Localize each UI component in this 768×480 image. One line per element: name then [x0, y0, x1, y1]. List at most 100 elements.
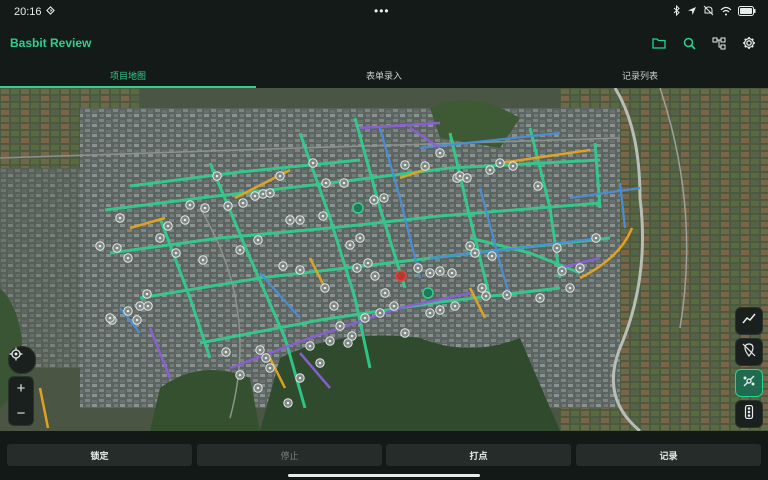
- map-point-dot: [416, 266, 420, 270]
- map-point-dot: [256, 238, 260, 242]
- map-point-dot: [355, 266, 359, 270]
- home-indicator[interactable]: [288, 474, 480, 477]
- tab-project-map[interactable]: 项目地图: [0, 62, 256, 88]
- map-point-dot: [174, 251, 178, 255]
- map-point-dot: [468, 244, 472, 248]
- map-point-dot: [256, 386, 260, 390]
- status-more-dots: •••: [374, 4, 390, 18]
- nav-status-icon: [45, 6, 55, 18]
- map-point-dot: [428, 311, 432, 315]
- status-time: 20:16: [14, 6, 42, 18]
- map-point-dot: [258, 348, 262, 352]
- map-point-dot: [382, 196, 386, 200]
- map-point-dot: [560, 269, 564, 273]
- map-point-dot: [488, 168, 492, 172]
- map-point-dot: [450, 271, 454, 275]
- chart-layer-button[interactable]: [735, 307, 763, 335]
- bluetooth-icon: [673, 4, 681, 19]
- map-point-dot: [261, 192, 265, 196]
- map-view[interactable]: [0, 88, 768, 431]
- map-point-dot: [423, 164, 427, 168]
- traffic-light-icon: [744, 404, 754, 424]
- map-point-dot: [342, 181, 346, 185]
- map-point-dot: [118, 216, 122, 220]
- map-point-dot: [146, 304, 150, 308]
- map-point-dot: [490, 254, 494, 258]
- mark-point-button[interactable]: 打点: [386, 444, 571, 466]
- map-point-dot: [278, 174, 282, 178]
- location-arrow-icon: [687, 6, 697, 19]
- tab-record-list[interactable]: 记录列表: [512, 62, 768, 88]
- map-point-dot: [358, 236, 362, 240]
- map-point-dot: [453, 304, 457, 308]
- map-point-dot: [348, 243, 352, 247]
- satellite-map[interactable]: [0, 88, 768, 431]
- status-bar: 20:16 •••: [0, 0, 768, 24]
- map-point-dot: [268, 191, 272, 195]
- location-off-button[interactable]: [735, 338, 763, 366]
- map-point-dot: [428, 271, 432, 275]
- map-point-dot: [224, 350, 228, 354]
- map-point-dot: [383, 291, 387, 295]
- selected-marker[interactable]: [352, 202, 364, 214]
- map-point-dot: [108, 316, 112, 320]
- lock-button[interactable]: 锁定: [7, 444, 192, 466]
- map-point-dot: [98, 244, 102, 248]
- map-point-dot: [126, 309, 130, 313]
- map-point-dot: [403, 163, 407, 167]
- map-point-dot: [458, 174, 462, 178]
- map-point-dot: [438, 269, 442, 273]
- wifi-icon: [720, 6, 732, 19]
- map-point-dot: [126, 256, 130, 260]
- map-point-dot: [166, 224, 170, 228]
- map-point-dot: [241, 201, 245, 205]
- zoom-control: + −: [8, 376, 34, 426]
- map-point-dot: [188, 203, 192, 207]
- map-point-dot: [238, 248, 242, 252]
- map-point-dot: [253, 194, 257, 198]
- selected-marker[interactable]: [422, 287, 434, 299]
- map-point-dot: [115, 246, 119, 250]
- locate-button[interactable]: [8, 346, 36, 374]
- map-point-dot: [498, 161, 502, 165]
- map-point-dot: [328, 339, 332, 343]
- map-point-dot: [158, 236, 162, 240]
- zoom-in-button[interactable]: +: [17, 380, 26, 397]
- map-point-dot: [324, 181, 328, 185]
- map-point-dot: [311, 161, 315, 165]
- map-point-dot: [281, 264, 285, 268]
- map-point-dot: [135, 318, 139, 322]
- network-icon[interactable]: [710, 34, 728, 52]
- map-point-dot: [350, 334, 354, 338]
- map-point-dot: [332, 304, 336, 308]
- bottom-action-bar: 锁定 停止 打点 记录: [0, 431, 768, 480]
- zoom-out-button[interactable]: −: [17, 405, 26, 422]
- alert-marker[interactable]: [395, 270, 407, 282]
- map-point-dot: [438, 151, 442, 155]
- route-layer-button[interactable]: [735, 369, 763, 397]
- map-point-dot: [594, 236, 598, 240]
- folder-icon[interactable]: [650, 34, 668, 52]
- tab-bar: 项目地图 表单录入 记录列表: [0, 62, 768, 88]
- traffic-light-button[interactable]: [735, 400, 763, 428]
- map-point-dot: [298, 218, 302, 222]
- map-point-dot: [373, 274, 377, 278]
- app-title: Basbit Review: [10, 36, 92, 50]
- map-point-dot: [288, 218, 292, 222]
- map-point-dot: [392, 304, 396, 308]
- gear-icon[interactable]: [740, 34, 758, 52]
- map-point-dot: [264, 356, 268, 360]
- map-point-dot: [183, 218, 187, 222]
- map-point-dot: [268, 366, 272, 370]
- map-point-dot: [321, 214, 325, 218]
- stop-button: 停止: [197, 444, 382, 466]
- tab-form-entry[interactable]: 表单录入: [256, 62, 512, 88]
- map-point-dot: [363, 316, 367, 320]
- route-icon: [742, 374, 756, 393]
- record-button[interactable]: 记录: [576, 444, 761, 466]
- map-point-dot: [538, 296, 542, 300]
- chart-icon: [742, 312, 756, 330]
- map-point-dot: [138, 304, 142, 308]
- search-icon[interactable]: [680, 34, 698, 52]
- app-bar: Basbit Review: [0, 24, 768, 62]
